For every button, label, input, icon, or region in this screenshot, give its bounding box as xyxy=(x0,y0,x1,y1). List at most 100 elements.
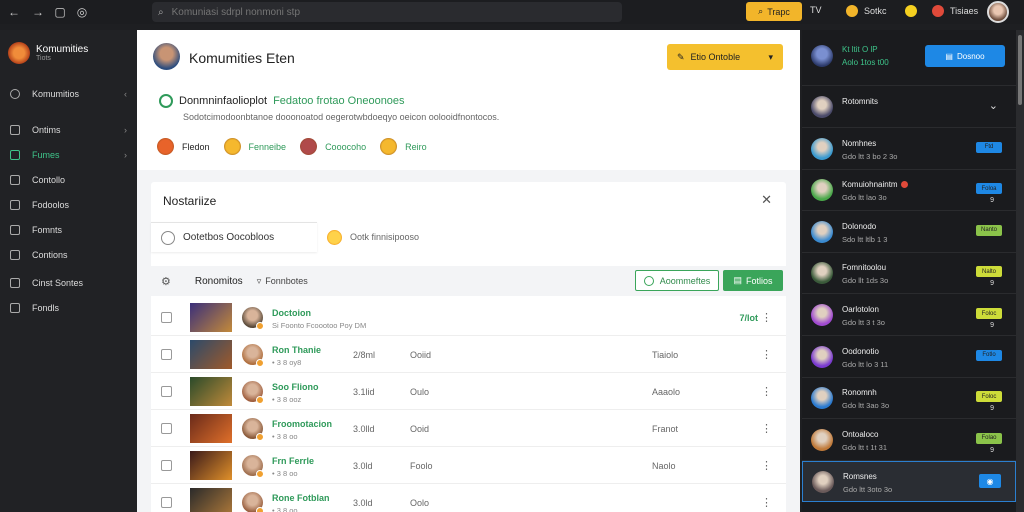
green-action-button[interactable]: ▤ Fotlios xyxy=(723,270,783,291)
row-name[interactable]: Ron Thanie xyxy=(272,345,321,355)
row-name[interactable]: Doctoion xyxy=(272,308,311,318)
list-item-avatar[interactable] xyxy=(811,220,833,243)
forward-icon[interactable]: → xyxy=(26,5,50,19)
list-item-pill[interactable]: Ftd xyxy=(976,141,1002,153)
row-thumbnail[interactable] xyxy=(190,488,232,512)
close-icon[interactable]: ✕ xyxy=(761,192,772,208)
sidebar-item-1[interactable]: Fumes › xyxy=(0,143,137,167)
kebab-menu-icon[interactable]: ⋮ xyxy=(761,348,772,361)
list-item-avatar[interactable] xyxy=(811,428,833,451)
row-checkbox[interactable] xyxy=(161,423,172,434)
list-item-pill[interactable]: Nalto xyxy=(976,266,1002,278)
row-checkbox[interactable] xyxy=(161,312,172,323)
sidebar-section[interactable]: Komumitios ‹ xyxy=(0,82,137,106)
top-yellow-button[interactable]: ⌕ Trapc xyxy=(746,2,802,21)
sidebar-item-6[interactable]: Cinst Sontes xyxy=(0,271,137,295)
list-item-pill[interactable]: Foloc xyxy=(976,391,1002,403)
table-row[interactable]: Froomotacion • 3 8 oo 3.0lld Ooid Franot ⋮ xyxy=(151,411,786,447)
right-list-item[interactable]: Dolonodo Sdo ltt ltlb 1 3 Nanto xyxy=(802,212,1016,253)
row-checkbox[interactable] xyxy=(161,460,172,471)
sidebar-item-3[interactable]: Fodoolos xyxy=(0,193,137,217)
record-icon[interactable]: ◉ xyxy=(979,474,1001,489)
search-bar[interactable]: ⌕ xyxy=(152,2,622,22)
kebab-menu-icon[interactable]: ⋮ xyxy=(761,459,772,472)
right-header-button[interactable]: ▤ Dosnoo xyxy=(925,45,1005,67)
row-checkbox[interactable] xyxy=(161,349,172,360)
right-list-item[interactable]: Rotomnits ⌄ xyxy=(802,87,1016,128)
right-list-item[interactable]: Komuiohnaintm Gdo ltt lao 3o Foloa 9 xyxy=(802,170,1016,212)
profile-avatar[interactable] xyxy=(153,43,180,70)
right-list-item[interactable]: Romsnes Gdo ltt 3oto 3o ◉ xyxy=(802,461,1016,503)
kebab-menu-icon[interactable]: ⋮ xyxy=(761,422,772,435)
list-item-avatar[interactable] xyxy=(811,137,833,160)
row-thumbnail[interactable] xyxy=(190,414,232,443)
right-header-avatar[interactable] xyxy=(811,45,833,67)
chevron-down-icon[interactable]: ⌄ xyxy=(989,99,998,112)
outline-action-button[interactable]: Aoommeftes xyxy=(635,270,719,291)
top-item-tv[interactable]: TV xyxy=(810,5,822,15)
kebab-menu-icon[interactable]: ⋮ xyxy=(761,311,772,324)
list-item-avatar[interactable] xyxy=(811,345,833,368)
list-item-avatar[interactable] xyxy=(811,304,833,326)
right-list-item[interactable]: Ontoaloco Gdo ltt t 1t 31 Folao 9 xyxy=(802,420,1016,461)
right-list-item[interactable]: Nomhnes Gdo ltt 3 bo 2 3o Ftd xyxy=(802,129,1016,170)
tab-other[interactable]: Ootk finnisipooso xyxy=(327,222,419,252)
kebab-menu-icon[interactable]: ⋮ xyxy=(761,385,772,398)
user-avatar[interactable] xyxy=(987,1,1009,23)
profile-action-button[interactable]: ✎ Etio Ontoble ▾ xyxy=(667,44,783,70)
row-thumbnail[interactable] xyxy=(190,303,232,332)
right-list-item[interactable]: Ronomnh Gdo ltt 3ao 3o Foloc 9 xyxy=(802,378,1016,420)
table-row[interactable]: Ron Thanie • 3 8 oy8 2/8ml Ooiid Tiaiolo ⋮ xyxy=(151,337,786,373)
right-list-item[interactable]: Oodonotio Gdo ltt lo 3 11 Fotlo xyxy=(802,337,1016,378)
profile-chip-2[interactable]: Cooocoho xyxy=(300,138,366,155)
row-checkbox[interactable] xyxy=(161,497,172,508)
sidebar-item-7[interactable]: Fondls xyxy=(0,296,137,320)
list-item-avatar[interactable] xyxy=(811,179,833,202)
table-row[interactable]: Rone Fotblan • 3 8 oo 3.0ld Oolo ⋮ xyxy=(151,485,786,512)
profile-chip-1[interactable]: Fenneibe xyxy=(223,138,286,155)
brand[interactable]: Komumities Tiots xyxy=(0,30,137,76)
sidebar-item-0[interactable]: Ontims › xyxy=(0,118,137,142)
list-item-pill[interactable]: Folao xyxy=(976,432,1002,444)
list-item-pill[interactable]: Nanto xyxy=(976,224,1002,236)
profile-chip-0[interactable]: Fledon xyxy=(157,138,210,155)
list-item-pill[interactable]: Foloc xyxy=(976,308,1002,319)
list-item-meta: Sdo ltt ltlb 1 3 xyxy=(842,234,888,244)
shield-icon[interactable]: ▢ xyxy=(48,5,72,19)
row-name[interactable]: Rone Fotblan xyxy=(272,493,330,503)
tab-active[interactable]: Ootetbos Oocobloos xyxy=(151,222,317,252)
row-thumbnail[interactable] xyxy=(190,377,232,406)
toolbar-filter[interactable]: ▿ Fonnbotes xyxy=(257,276,308,287)
right-list-item[interactable]: Fomnitoolou Gdo llt 1ds 3o Nalto 9 xyxy=(802,253,1016,295)
table-row[interactable]: Soo Fliono • 3 8 ooz 3.1lid Oulo Aaaolo ⋮ xyxy=(151,374,786,410)
row-name[interactable]: Frn Ferrle xyxy=(272,456,314,466)
list-item-pill[interactable]: Fotlo xyxy=(976,349,1002,361)
sidebar-item-4[interactable]: Fomnts xyxy=(0,218,137,242)
row-name[interactable]: Soo Fliono xyxy=(272,382,319,392)
list-item-pill[interactable]: Foloa xyxy=(976,183,1002,195)
table-row[interactable]: Frn Ferrle • 3 8 oo 3.0ld Foolo Naolo ⋮ xyxy=(151,448,786,484)
sidebar-item-5[interactable]: Contions xyxy=(0,243,137,267)
row-thumbnail[interactable] xyxy=(190,451,232,480)
list-item-avatar[interactable] xyxy=(812,471,834,494)
refresh-icon[interactable]: ◎ xyxy=(70,5,94,19)
list-item-avatar[interactable] xyxy=(811,96,833,118)
row-thumbnail[interactable] xyxy=(190,340,232,369)
top-item-tisiaes[interactable]: Tisiaes xyxy=(932,5,978,17)
list-item-name: Nomhnes xyxy=(842,138,877,148)
search-input[interactable] xyxy=(171,6,472,18)
list-item-avatar[interactable] xyxy=(811,387,833,410)
row-checkbox[interactable] xyxy=(161,386,172,397)
top-item-emoji[interactable] xyxy=(905,5,917,17)
settings-icon[interactable]: ⚙ xyxy=(161,275,171,288)
sidebar-item-2[interactable]: Contollo xyxy=(0,168,137,192)
scrollbar-thumb[interactable] xyxy=(1018,35,1022,105)
table-row[interactable]: Doctoion Si Foonto Fcoootoo Poy DM 7/lot ⋮ xyxy=(151,300,786,336)
list-item-avatar[interactable] xyxy=(811,262,833,285)
right-list-item[interactable]: Oarlotolon Gdo ltt 3 t 3o Foloc 9 xyxy=(802,295,1016,336)
kebab-menu-icon[interactable]: ⋮ xyxy=(761,496,772,509)
row-name[interactable]: Froomotacion xyxy=(272,419,332,429)
profile-chip-3[interactable]: Reiro xyxy=(380,138,427,155)
back-icon[interactable]: ← xyxy=(2,5,26,19)
top-item-sotkc[interactable]: Sotkc xyxy=(846,5,887,17)
